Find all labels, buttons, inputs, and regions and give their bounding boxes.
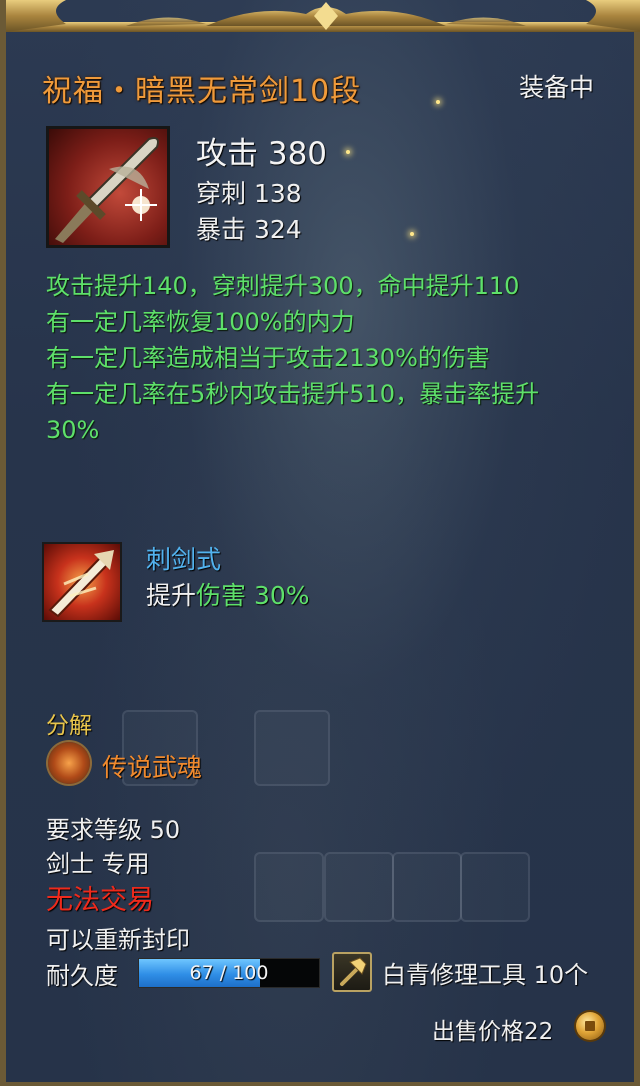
- background-slot: [460, 852, 530, 922]
- equip-status: 装备中: [518, 73, 594, 102]
- sell-price: 出售价格22: [432, 1019, 554, 1045]
- item-tooltip: 祝福・暗黑无常剑10段 装备中 攻击 380 穿刺 138 暴击 324 攻击提…: [0, 0, 640, 1086]
- dismantle-label: 分解: [46, 713, 92, 739]
- dismantle-result: 传说武魂: [102, 753, 203, 782]
- background-slot: [392, 852, 462, 922]
- durability-bar: 67 / 100: [138, 958, 320, 988]
- background-slot: [254, 852, 324, 922]
- skill-name: 刺剑式: [146, 545, 222, 574]
- sparkle-decoration: [410, 232, 414, 236]
- repair-tool-label: 白青修理工具 10个: [382, 961, 589, 989]
- effect-line: 有一定几率在5秒内攻击提升510，暴击率提升: [46, 380, 540, 408]
- effect-line: 30%: [46, 416, 100, 444]
- thrust-sword-skill-icon[interactable]: [42, 542, 122, 622]
- effect-line: 有一定几率恢复100%的内力: [46, 308, 355, 336]
- hammer-icon[interactable]: [332, 952, 372, 992]
- pierce-stat: 穿刺 138: [196, 179, 302, 208]
- sparkle-decoration: [436, 100, 440, 104]
- skill-desc-highlight: 伤害 30%: [196, 581, 310, 610]
- ornate-frame-top: [6, 0, 640, 32]
- sword-icon[interactable]: [46, 126, 170, 248]
- reseal-status: 可以重新封印: [46, 926, 190, 954]
- untradeable-status: 无法交易: [46, 885, 154, 916]
- required-level: 要求等级 50: [46, 816, 181, 844]
- durability-value: 67 / 100: [189, 962, 269, 984]
- sparkle-decoration: [346, 150, 350, 154]
- effect-line: 攻击提升140，穿刺提升300，命中提升110: [46, 272, 520, 300]
- coin-icon: [576, 1012, 604, 1040]
- background-slot: [254, 710, 330, 786]
- item-name: 祝福・暗黑无常剑10段: [42, 74, 362, 109]
- skill-description: 提升伤害 30%: [146, 576, 310, 612]
- durability-label: 耐久度: [46, 962, 118, 990]
- class-restriction: 剑士 专用: [46, 850, 150, 878]
- background-slot: [324, 852, 394, 922]
- skill-desc-prefix: 提升: [146, 581, 197, 610]
- attack-stat: 攻击 380: [196, 136, 328, 172]
- crit-stat: 暴击 324: [196, 215, 302, 244]
- weapon-soul-icon: [48, 742, 90, 784]
- effect-list: 攻击提升140，穿刺提升300，命中提升110 有一定几率恢复100%的内力 有…: [46, 268, 606, 448]
- effect-line: 有一定几率造成相当于攻击2130%的伤害: [46, 344, 490, 372]
